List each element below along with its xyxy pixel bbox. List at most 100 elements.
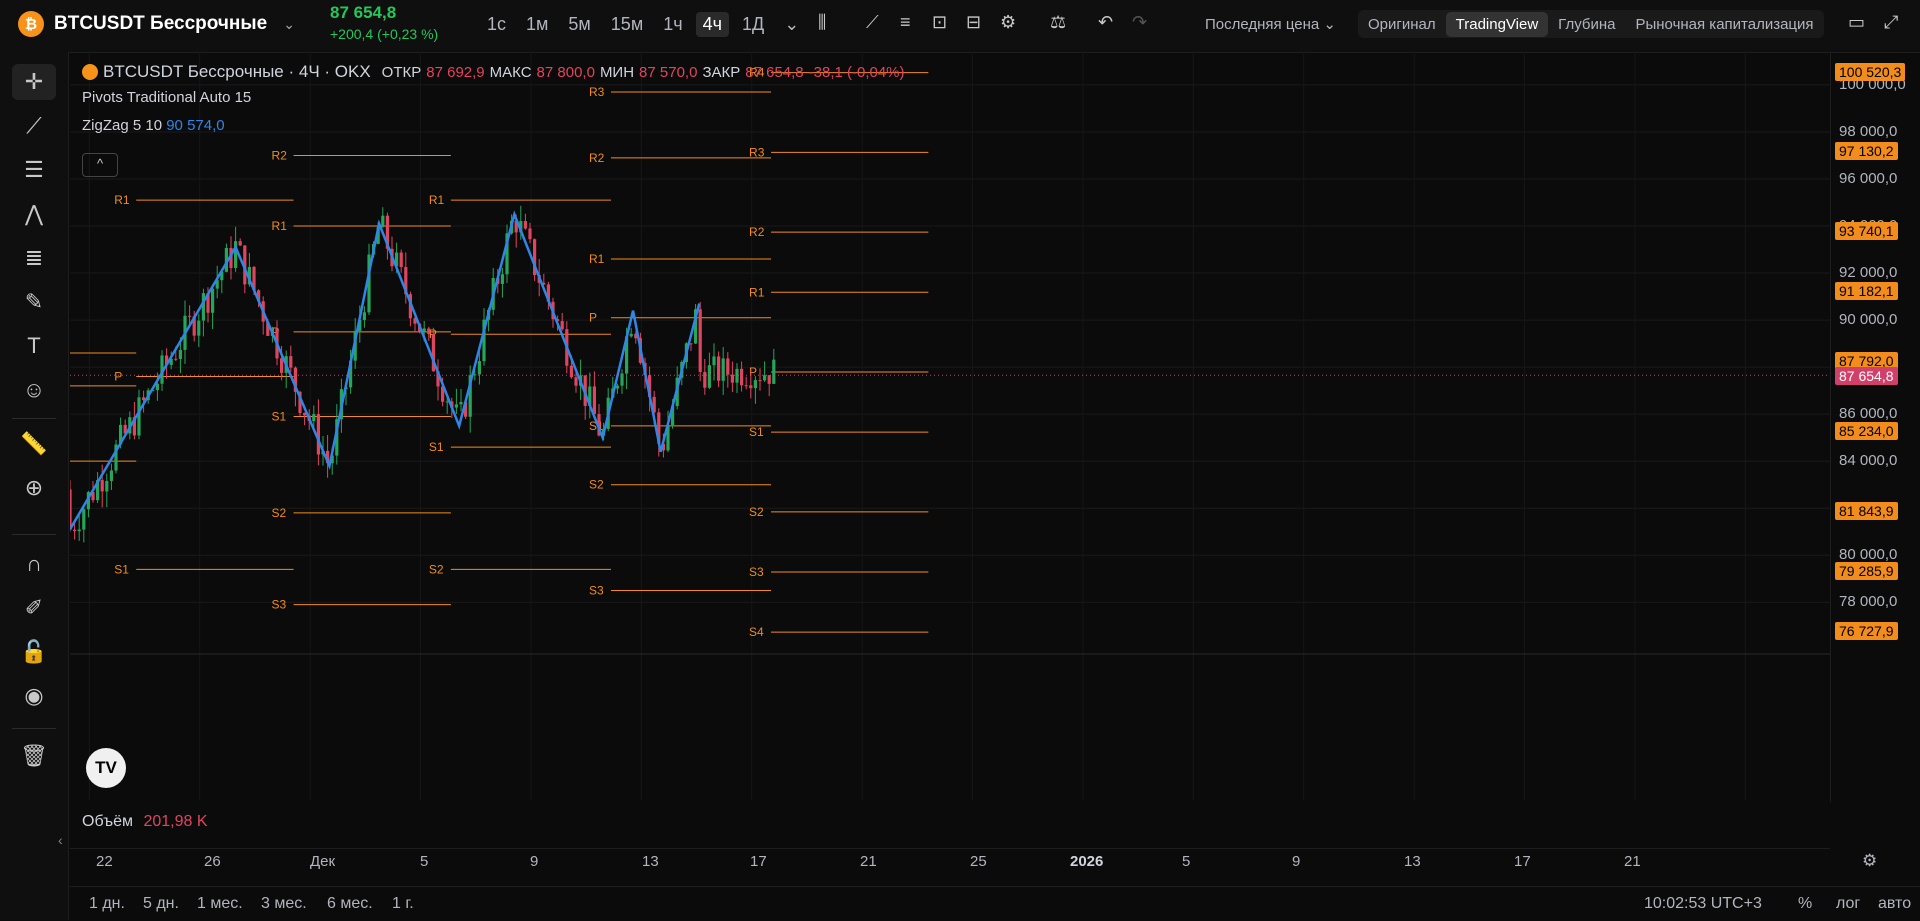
price-chart[interactable]: R1PS1R2R1PS1S2S3R1PS1S2R3R2R1PS1S2S3R4R3… [70, 52, 1830, 802]
candle-body [767, 375, 771, 384]
collapse-toolbar-icon[interactable]: ‹ [58, 832, 63, 848]
volume-value: 201,98 K [143, 813, 208, 830]
pivot-label: S3 [589, 584, 604, 598]
undo-icon[interactable]: ↶ [1098, 12, 1113, 33]
crosshair-icon[interactable]: ✛ [12, 64, 56, 100]
log-toggle[interactable]: лог [1836, 895, 1860, 913]
collapse-legend-button[interactable]: ^ [82, 153, 118, 177]
tab-timeframe-1m[interactable]: 1м [519, 12, 555, 37]
legend-open: 87 692,9 [426, 63, 485, 81]
pivot-label: S2 [272, 506, 287, 520]
legend-close-label: ЗАКР [702, 63, 741, 81]
tab-market-cap[interactable]: Рыночная капитализация [1625, 12, 1823, 37]
pivot-label: S1 [114, 562, 129, 576]
candle-body [188, 315, 192, 317]
tradingview-logo[interactable]: TV [86, 748, 126, 788]
indicators-icon[interactable]: ⟋ [866, 12, 879, 33]
settings-gear-icon[interactable]: ⚙ [1000, 12, 1016, 33]
emoji-icon[interactable]: ☺ [12, 372, 56, 408]
candle-body [77, 529, 81, 532]
tab-timeframe-15m[interactable]: 15м [604, 12, 650, 37]
legend-change: -38,1 (-0,04%) [808, 63, 905, 81]
legend-low: 87 570,0 [639, 63, 698, 81]
candle-body [730, 374, 734, 383]
trend-line-icon[interactable]: ⟋ [12, 108, 56, 144]
volume-indicator[interactable]: Объём 201,98 K [82, 813, 208, 831]
tab-timeframe-1d[interactable]: 1Д [735, 12, 771, 37]
time-tick-label: 22 [96, 853, 113, 870]
candle-body [280, 358, 284, 373]
timeframe-more-chevron-icon[interactable]: ⌄ [777, 12, 806, 37]
pivots-indicator-label[interactable]: Pivots Traditional Auto 15 [82, 89, 905, 106]
divider [12, 534, 56, 535]
time-tick-label: 21 [1624, 853, 1641, 870]
eye-icon[interactable]: ◉ [12, 678, 56, 714]
zoom-in-icon[interactable]: ⊕ [12, 470, 56, 506]
fib-icon[interactable]: ≣ [12, 240, 56, 276]
range-1m[interactable]: 1 мес. [197, 895, 243, 913]
percent-toggle[interactable]: % [1798, 895, 1812, 913]
tab-timeframe-1s[interactable]: 1с [480, 12, 513, 37]
pattern-icon[interactable]: ⋀ [12, 196, 56, 232]
candle-body [703, 371, 707, 388]
expand-icon[interactable]: ⤢ [1884, 12, 1898, 33]
pivot-price-label: 79 285,9 [1835, 562, 1898, 581]
legend-title: BTCUSDT Бессрочные · 4Ч · OKX [103, 62, 371, 81]
symbol-name: BTCUSDT Бессрочные [54, 13, 268, 34]
tab-timeframe-4h[interactable]: 4ч [695, 12, 729, 37]
replay-icon[interactable]: ⊟ [966, 12, 981, 33]
candle-body [744, 385, 748, 387]
pivot-label: R1 [114, 193, 130, 207]
bottom-toolbar: 1 дн. 5 дн. 1 мес. 3 мес. 6 мес. 1 г. 10… [70, 886, 1920, 921]
price-summary: 87 654,8 +200,4 (+0,23 %) [330, 3, 438, 42]
brush-icon[interactable]: ✎ [12, 284, 56, 320]
candle-style-icon[interactable]: ⫼ [818, 12, 826, 33]
tab-tradingview[interactable]: TradingView [1445, 11, 1549, 37]
pivot-label: R2 [589, 151, 605, 165]
tab-original[interactable]: Оригинал [1358, 12, 1446, 37]
chevron-down-icon: ⌄ [1323, 16, 1336, 33]
chevron-down-icon: ⌄ [283, 15, 295, 32]
lock-drawing-icon[interactable]: ✐ [12, 590, 56, 626]
price-source-dropdown[interactable]: Последняя цена ⌄ [1205, 15, 1336, 33]
zigzag-value: 90 574,0 [166, 117, 225, 134]
trash-icon[interactable]: 🗑 [12, 738, 56, 774]
range-1d[interactable]: 1 дн. [89, 895, 125, 913]
templates-icon[interactable]: ≡ [900, 12, 911, 33]
candle-body [772, 359, 776, 384]
time-axis[interactable]: ⚙ 22 26 Дек 5 9 13 17 21 25 2026 5 9 13 17 21 [70, 848, 1877, 875]
auto-toggle[interactable]: авто [1878, 895, 1911, 913]
ruler-icon[interactable]: 📏 [12, 426, 56, 462]
alert-icon[interactable]: ⊡ [932, 12, 947, 33]
candle-body [758, 380, 762, 382]
unlock-icon[interactable]: 🔓 [12, 634, 56, 670]
redo-icon[interactable]: ↷ [1132, 12, 1147, 33]
text-icon[interactable]: T [12, 328, 56, 364]
candle-body [238, 241, 242, 246]
legend-high: 87 800,0 [536, 63, 595, 81]
range-5d[interactable]: 5 дн. [143, 895, 179, 913]
time-tick-label: Дек [310, 853, 336, 870]
tab-timeframe-1h[interactable]: 1ч [656, 12, 689, 37]
magnet-icon[interactable]: ∩ [12, 546, 56, 582]
compare-scale-icon[interactable]: ⚖ [1050, 12, 1066, 33]
clock-timezone[interactable]: 10:02:53 UTC+3 [1644, 895, 1762, 913]
candle-body [528, 228, 532, 240]
range-1y[interactable]: 1 г. [392, 895, 414, 913]
pivot-price-label: 81 843,9 [1835, 501, 1898, 520]
horizontal-lines-icon[interactable]: ☰ [12, 152, 56, 188]
zigzag-label: ZigZag 5 10 [82, 117, 163, 134]
pivot-label: S3 [749, 565, 764, 579]
range-6m[interactable]: 6 мес. [327, 895, 373, 913]
range-3m[interactable]: 3 мес. [261, 895, 307, 913]
zigzag-indicator[interactable]: ZigZag 5 10 90 574,0 [82, 117, 905, 134]
tab-timeframe-5m[interactable]: 5м [561, 12, 597, 37]
fullscreen-icon[interactable]: ▭ [1848, 12, 1865, 33]
pivot-price-label: 100 520,3 [1835, 62, 1906, 81]
candle-body [399, 252, 403, 268]
symbol-selector[interactable]: ₿ BTCUSDT Бессрочные ⌄ [18, 11, 295, 37]
tab-depth[interactable]: Глубина [1548, 12, 1625, 37]
candle-body [477, 361, 481, 375]
settings-gear-icon[interactable]: ⚙ [1862, 851, 1877, 871]
price-axis[interactable]: 100 000,098 000,096 000,094 000,092 000,… [1830, 52, 1920, 802]
